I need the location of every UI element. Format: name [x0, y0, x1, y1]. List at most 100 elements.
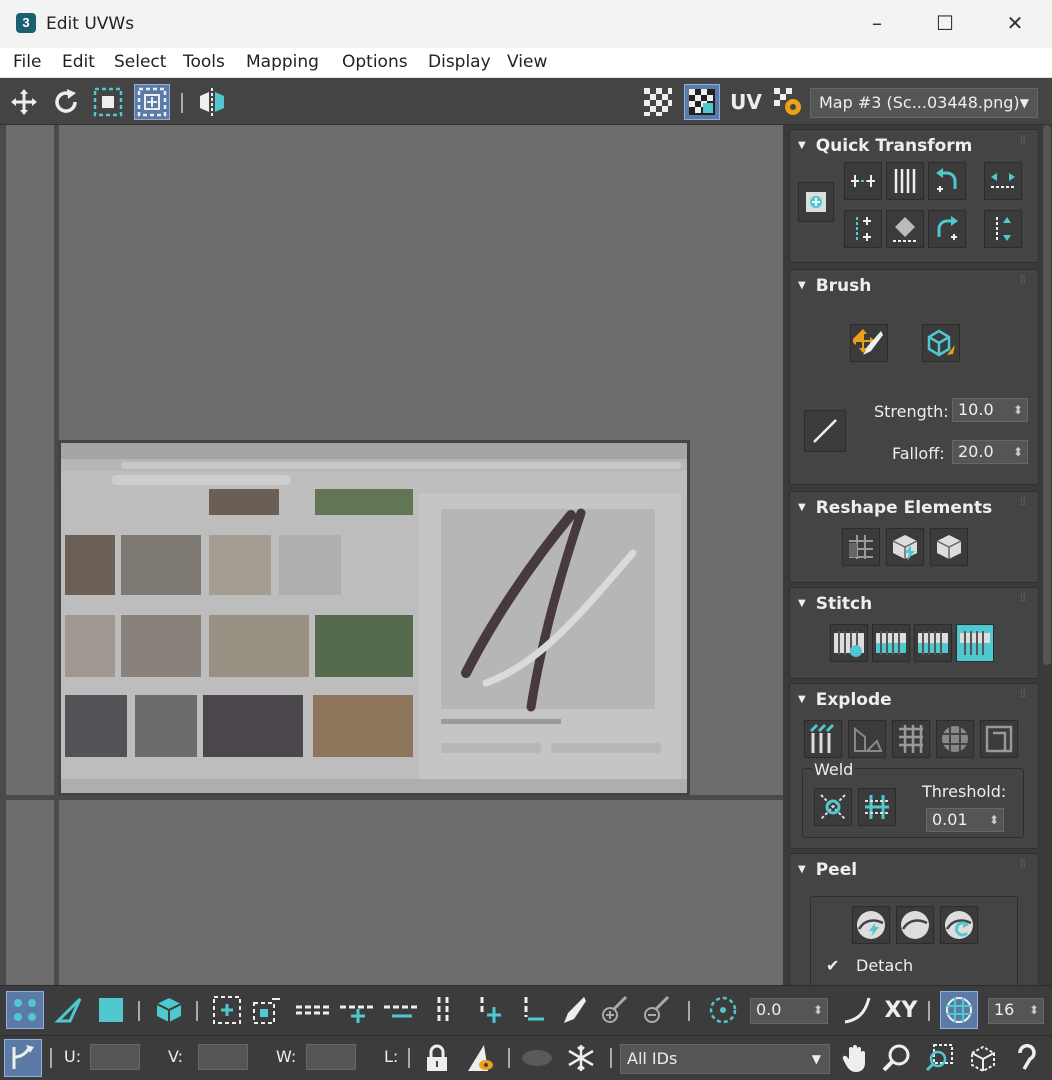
- strength-spinner[interactable]: 10.0: [952, 398, 1028, 422]
- relax-button[interactable]: [886, 528, 924, 566]
- paint-select-enlarge-button[interactable]: [594, 991, 632, 1029]
- space-vertical-button[interactable]: [886, 210, 924, 248]
- align-left-right-button[interactable]: [984, 162, 1022, 200]
- menu-options[interactable]: Options: [342, 52, 408, 72]
- relax-brush-button[interactable]: [922, 324, 960, 362]
- rotation-value-spinner[interactable]: 0.0: [750, 998, 828, 1024]
- close-button[interactable]: ✕: [1000, 8, 1030, 38]
- menu-select[interactable]: Select: [114, 52, 166, 72]
- align-up-down-button[interactable]: [984, 210, 1022, 248]
- detach-edge-button[interactable]: [848, 720, 886, 758]
- paint-select-shrink-button[interactable]: [636, 991, 674, 1029]
- grid-size-spinner[interactable]: 16: [988, 998, 1044, 1024]
- uv-toggle-button[interactable]: UV: [728, 84, 764, 120]
- move-tool-button[interactable]: [6, 84, 42, 120]
- grip-icon[interactable]: ⁞⁞: [1020, 136, 1030, 148]
- flatten-by-material-button[interactable]: [980, 720, 1018, 758]
- material-id-dropdown[interactable]: All IDs ▼: [620, 1044, 830, 1074]
- flatten-by-smoothing-button[interactable]: [936, 720, 974, 758]
- maximize-button[interactable]: ☐: [930, 8, 960, 38]
- vertex-mode-button[interactable]: [6, 991, 44, 1029]
- target-weld-button[interactable]: [858, 788, 896, 826]
- menu-tools[interactable]: Tools: [183, 52, 225, 72]
- grip-icon[interactable]: ⁞⁞: [1020, 276, 1030, 288]
- transform-origin-button[interactable]: [798, 182, 834, 222]
- rotate-cw-90-button[interactable]: [928, 210, 966, 248]
- mirror-tool-button[interactable]: [194, 84, 230, 120]
- space-horizontal-button[interactable]: [886, 162, 924, 200]
- scale-tool-button[interactable]: [134, 84, 170, 120]
- menu-file[interactable]: File: [13, 52, 41, 72]
- ring-shrink-button[interactable]: [512, 991, 550, 1029]
- break-button[interactable]: [804, 720, 842, 758]
- quick-transform-title[interactable]: Quick Transform: [798, 136, 973, 156]
- threshold-spinner[interactable]: 0.01: [926, 808, 1004, 832]
- stitch-title[interactable]: Stitch: [798, 594, 873, 614]
- stitch-to-source-button[interactable]: [872, 624, 910, 662]
- align-vertical-button[interactable]: [844, 210, 882, 248]
- reset-peel-button[interactable]: [940, 906, 978, 944]
- explode-title[interactable]: Explode: [798, 690, 892, 710]
- peel-title[interactable]: Peel: [798, 860, 857, 880]
- flatten-by-polygon-button[interactable]: [892, 720, 930, 758]
- menu-mapping[interactable]: Mapping: [246, 52, 319, 72]
- minimize-button[interactable]: –: [862, 8, 892, 38]
- zoom-extents-button[interactable]: [964, 1039, 1002, 1077]
- lock-selection-button[interactable]: [418, 1039, 456, 1077]
- shrink-selection-button[interactable]: [248, 991, 286, 1029]
- hide-show-button[interactable]: [460, 1039, 498, 1077]
- unhide-button[interactable]: [518, 1039, 556, 1077]
- reshape-title[interactable]: Reshape Elements: [798, 498, 993, 518]
- relax-settings-button[interactable]: [930, 528, 968, 566]
- stitch-custom-button[interactable]: [830, 624, 868, 662]
- soft-selection-button[interactable]: [838, 991, 876, 1029]
- element-mode-button[interactable]: [150, 991, 188, 1029]
- peel-mode-button[interactable]: [896, 906, 934, 944]
- help-button[interactable]: [1008, 1039, 1046, 1077]
- loop-button[interactable]: [294, 991, 332, 1029]
- straighten-selection-button[interactable]: [842, 528, 880, 566]
- grip-icon[interactable]: ⁞⁞: [1020, 690, 1030, 702]
- rotate-tool-button[interactable]: [48, 84, 84, 120]
- xy-space-button[interactable]: XY: [878, 991, 924, 1029]
- v-input[interactable]: [198, 1044, 248, 1070]
- map-dropdown[interactable]: Map #3 (Sc...03448.png) ▼: [810, 88, 1038, 118]
- quick-peel-button[interactable]: [852, 906, 890, 944]
- zoom-region-button[interactable]: [920, 1039, 958, 1077]
- align-horizontal-button[interactable]: [844, 162, 882, 200]
- loop-grow-button[interactable]: [338, 991, 376, 1029]
- polygon-mode-button[interactable]: [92, 991, 130, 1029]
- absolute-rotation-button[interactable]: [704, 991, 742, 1029]
- menu-view[interactable]: View: [507, 52, 547, 72]
- freeze-button[interactable]: [562, 1039, 600, 1077]
- stitch-average-button[interactable]: [914, 624, 952, 662]
- menu-edit[interactable]: Edit: [62, 52, 95, 72]
- u-input[interactable]: [90, 1044, 140, 1070]
- weld-selected-button[interactable]: [814, 788, 852, 826]
- grip-icon[interactable]: ⁞⁞: [1020, 498, 1030, 510]
- freeform-tool-button[interactable]: [90, 84, 126, 120]
- checker-pattern-button[interactable]: [640, 84, 676, 120]
- loop-shrink-button[interactable]: [382, 991, 420, 1029]
- w-input[interactable]: [306, 1044, 356, 1070]
- rotate-ccw-90-button[interactable]: [928, 162, 966, 200]
- panel-scrollbar[interactable]: [1043, 125, 1051, 665]
- show-map-button[interactable]: [684, 84, 720, 120]
- edge-mode-button[interactable]: [50, 991, 88, 1029]
- menu-display[interactable]: Display: [428, 52, 491, 72]
- map-settings-button[interactable]: [770, 84, 806, 120]
- brush-title[interactable]: Brush: [798, 276, 872, 296]
- relative-absolute-toggle[interactable]: [4, 1039, 42, 1077]
- grid-snap-button[interactable]: [940, 991, 978, 1029]
- ring-button[interactable]: [424, 991, 462, 1029]
- paint-select-button[interactable]: [552, 991, 590, 1029]
- zoom-button[interactable]: [878, 1039, 916, 1077]
- ring-grow-button[interactable]: [468, 991, 506, 1029]
- grow-selection-button[interactable]: [208, 991, 246, 1029]
- grip-icon[interactable]: ⁞⁞: [1020, 594, 1030, 606]
- stitch-to-target-button[interactable]: [956, 624, 994, 662]
- falloff-type-button[interactable]: [804, 410, 846, 452]
- paint-move-button[interactable]: [850, 324, 888, 362]
- falloff-spinner[interactable]: 20.0: [952, 440, 1028, 464]
- grip-icon[interactable]: ⁞⁞: [1020, 860, 1030, 872]
